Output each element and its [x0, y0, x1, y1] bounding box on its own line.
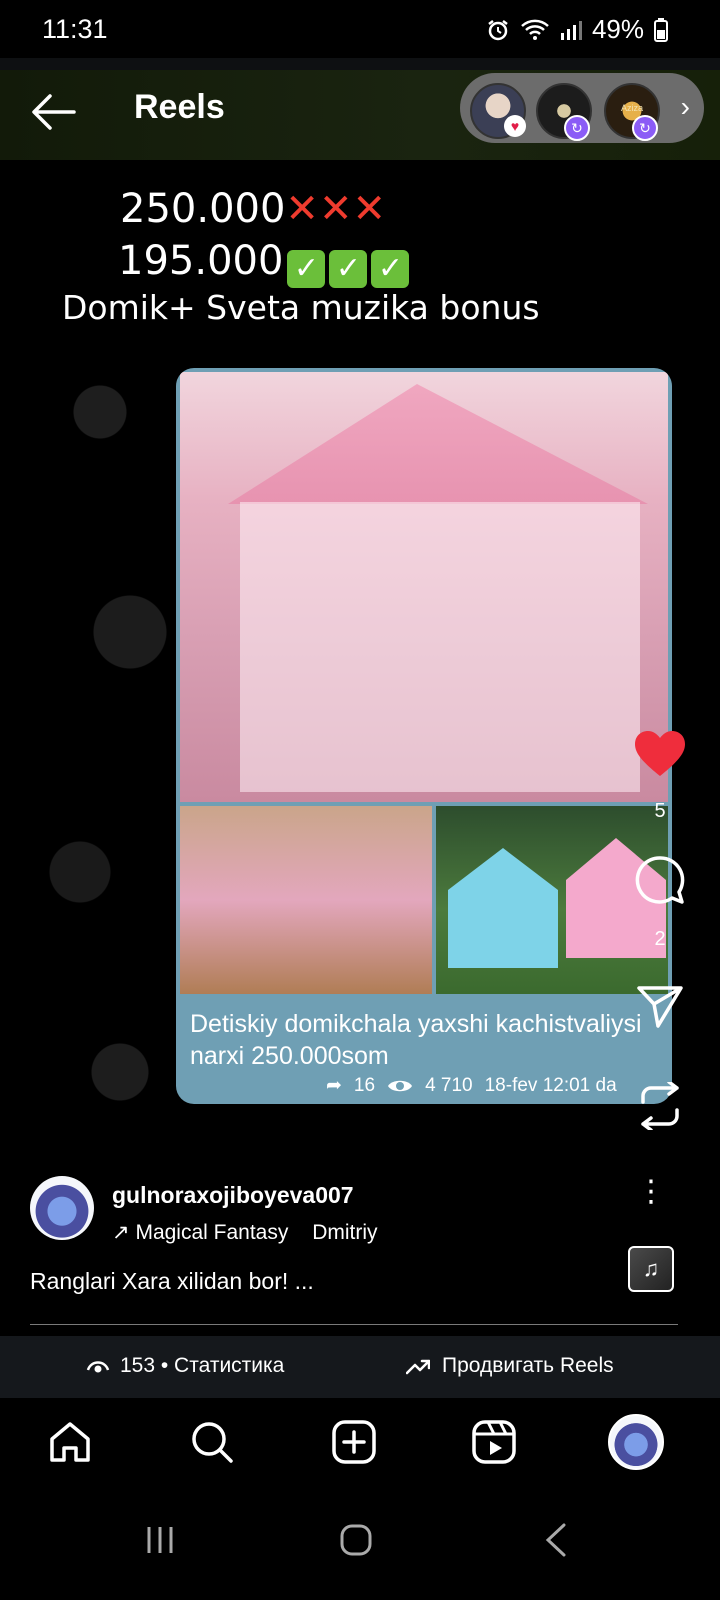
nav-profile[interactable]	[608, 1414, 664, 1470]
signal-icon	[560, 20, 582, 40]
reel-video[interactable]: 250.000✕✕✕ 195.000 ✓ ✓ ✓ Domik+ Sveta muzik…	[40, 162, 690, 1152]
clock: 11:31	[42, 14, 108, 44]
tent-photo-main	[180, 372, 668, 802]
send-icon[interactable]	[636, 985, 684, 1029]
music-title: Magical Fantasy	[135, 1221, 289, 1244]
repost-icon[interactable]	[637, 1080, 683, 1132]
battery-icon	[654, 17, 668, 42]
old-price: 250.000✕✕✕	[120, 186, 386, 232]
recent-apps-icon[interactable]	[145, 1525, 175, 1555]
insights-bar: 153 • Статистика Продвигать Reels	[0, 1336, 720, 1398]
promote-label: Продвигать Reels	[442, 1354, 614, 1377]
more-options-icon[interactable]: ⋮	[636, 1174, 666, 1209]
view-count: 4 710	[425, 1074, 473, 1096]
sync-badge-icon: ↻	[564, 115, 590, 141]
reels-icon[interactable]	[472, 1420, 516, 1464]
card-meta: ➦ 16 4 710 18-fev 12:01 da	[326, 1074, 617, 1097]
send-button[interactable]	[620, 985, 700, 1034]
status-bar: 11:31 49%	[0, 0, 720, 58]
back-button[interactable]	[526, 1520, 586, 1560]
music-note-icon: ♫	[642, 1256, 660, 1281]
promo-text: Domik+ Sveta muzika bonus	[62, 288, 540, 327]
share-arrow-icon: ➦	[326, 1075, 342, 1096]
snowflake-pattern	[40, 352, 180, 1152]
story-label: Aziza	[620, 103, 643, 113]
nav-create[interactable]	[326, 1414, 382, 1470]
home-circle-icon[interactable]	[340, 1524, 372, 1556]
insights-button[interactable]: 153 • Статистика	[86, 1354, 284, 1378]
stories-pill[interactable]: ♥ ↻ Aziza ↻ ›	[460, 73, 704, 143]
nav-search[interactable]	[184, 1414, 240, 1470]
battery-percent: 49%	[591, 14, 644, 44]
recent-apps-button[interactable]	[130, 1520, 190, 1560]
remix-button[interactable]	[620, 1080, 700, 1135]
system-nav	[0, 1490, 720, 1600]
eye-icon	[388, 1080, 413, 1091]
heart-icon[interactable]	[634, 730, 686, 778]
promote-button[interactable]: Продвигать Reels	[406, 1354, 614, 1378]
chevron-right-icon[interactable]: ›	[681, 91, 690, 123]
share-count: 16	[353, 1074, 376, 1096]
trend-up-icon	[406, 1359, 430, 1375]
comment-button[interactable]	[620, 855, 700, 912]
username[interactable]: gulnoraxojiboyeva007	[112, 1182, 354, 1209]
reel-user-info: gulnoraxojiboyeva007 ↗ Magical Fantasy D…	[30, 1174, 690, 1316]
home-icon[interactable]	[48, 1421, 92, 1463]
nav-reels[interactable]	[466, 1414, 522, 1470]
tent-photo-inside	[180, 806, 432, 994]
new-price: 195.000 ✓ ✓ ✓	[118, 238, 690, 288]
user-avatar[interactable]	[30, 1176, 94, 1240]
home-button[interactable]	[326, 1520, 386, 1560]
alarm-icon	[488, 19, 508, 40]
reels-header: Reels ♥ ↻ Aziza ↻ ›	[0, 70, 720, 160]
audio-button[interactable]: ♫	[628, 1246, 674, 1292]
profile-avatar[interactable]	[608, 1414, 664, 1470]
music-info[interactable]: ↗ Magical Fantasy Dmitriy	[112, 1220, 378, 1245]
sync-badge-icon: ↻	[632, 115, 658, 141]
comment-icon[interactable]	[634, 855, 686, 907]
bottom-nav	[0, 1400, 720, 1490]
like-count: 5	[654, 800, 666, 822]
product-card: Detiskiy domikchala yaxshi kachistvaliys…	[176, 368, 672, 1104]
card-caption: Detiskiy domikchala yaxshi kachistvaliys…	[190, 1010, 642, 1070]
plus-square-icon[interactable]	[332, 1420, 376, 1464]
heart-badge-icon: ♥	[504, 115, 526, 137]
views-stat: 153 • Статистика	[120, 1354, 285, 1377]
reel-caption[interactable]: Ranglari Xara xilidan bor! ...	[30, 1268, 314, 1295]
music-artist: Dmitriy	[312, 1221, 378, 1244]
comment-count: 2	[654, 928, 666, 950]
views-icon	[86, 1361, 110, 1373]
trend-arrow-icon: ↗	[112, 1221, 130, 1244]
post-date: 18-fev 12:01 da	[484, 1074, 617, 1096]
like-button[interactable]	[620, 730, 700, 783]
page-title: Reels	[134, 88, 225, 126]
chevron-left-icon[interactable]	[544, 1523, 568, 1557]
search-icon[interactable]	[190, 1420, 234, 1464]
nav-home[interactable]	[42, 1414, 98, 1470]
wifi-icon	[521, 19, 549, 40]
divider	[30, 1324, 678, 1325]
back-arrow-icon[interactable]	[30, 92, 76, 132]
